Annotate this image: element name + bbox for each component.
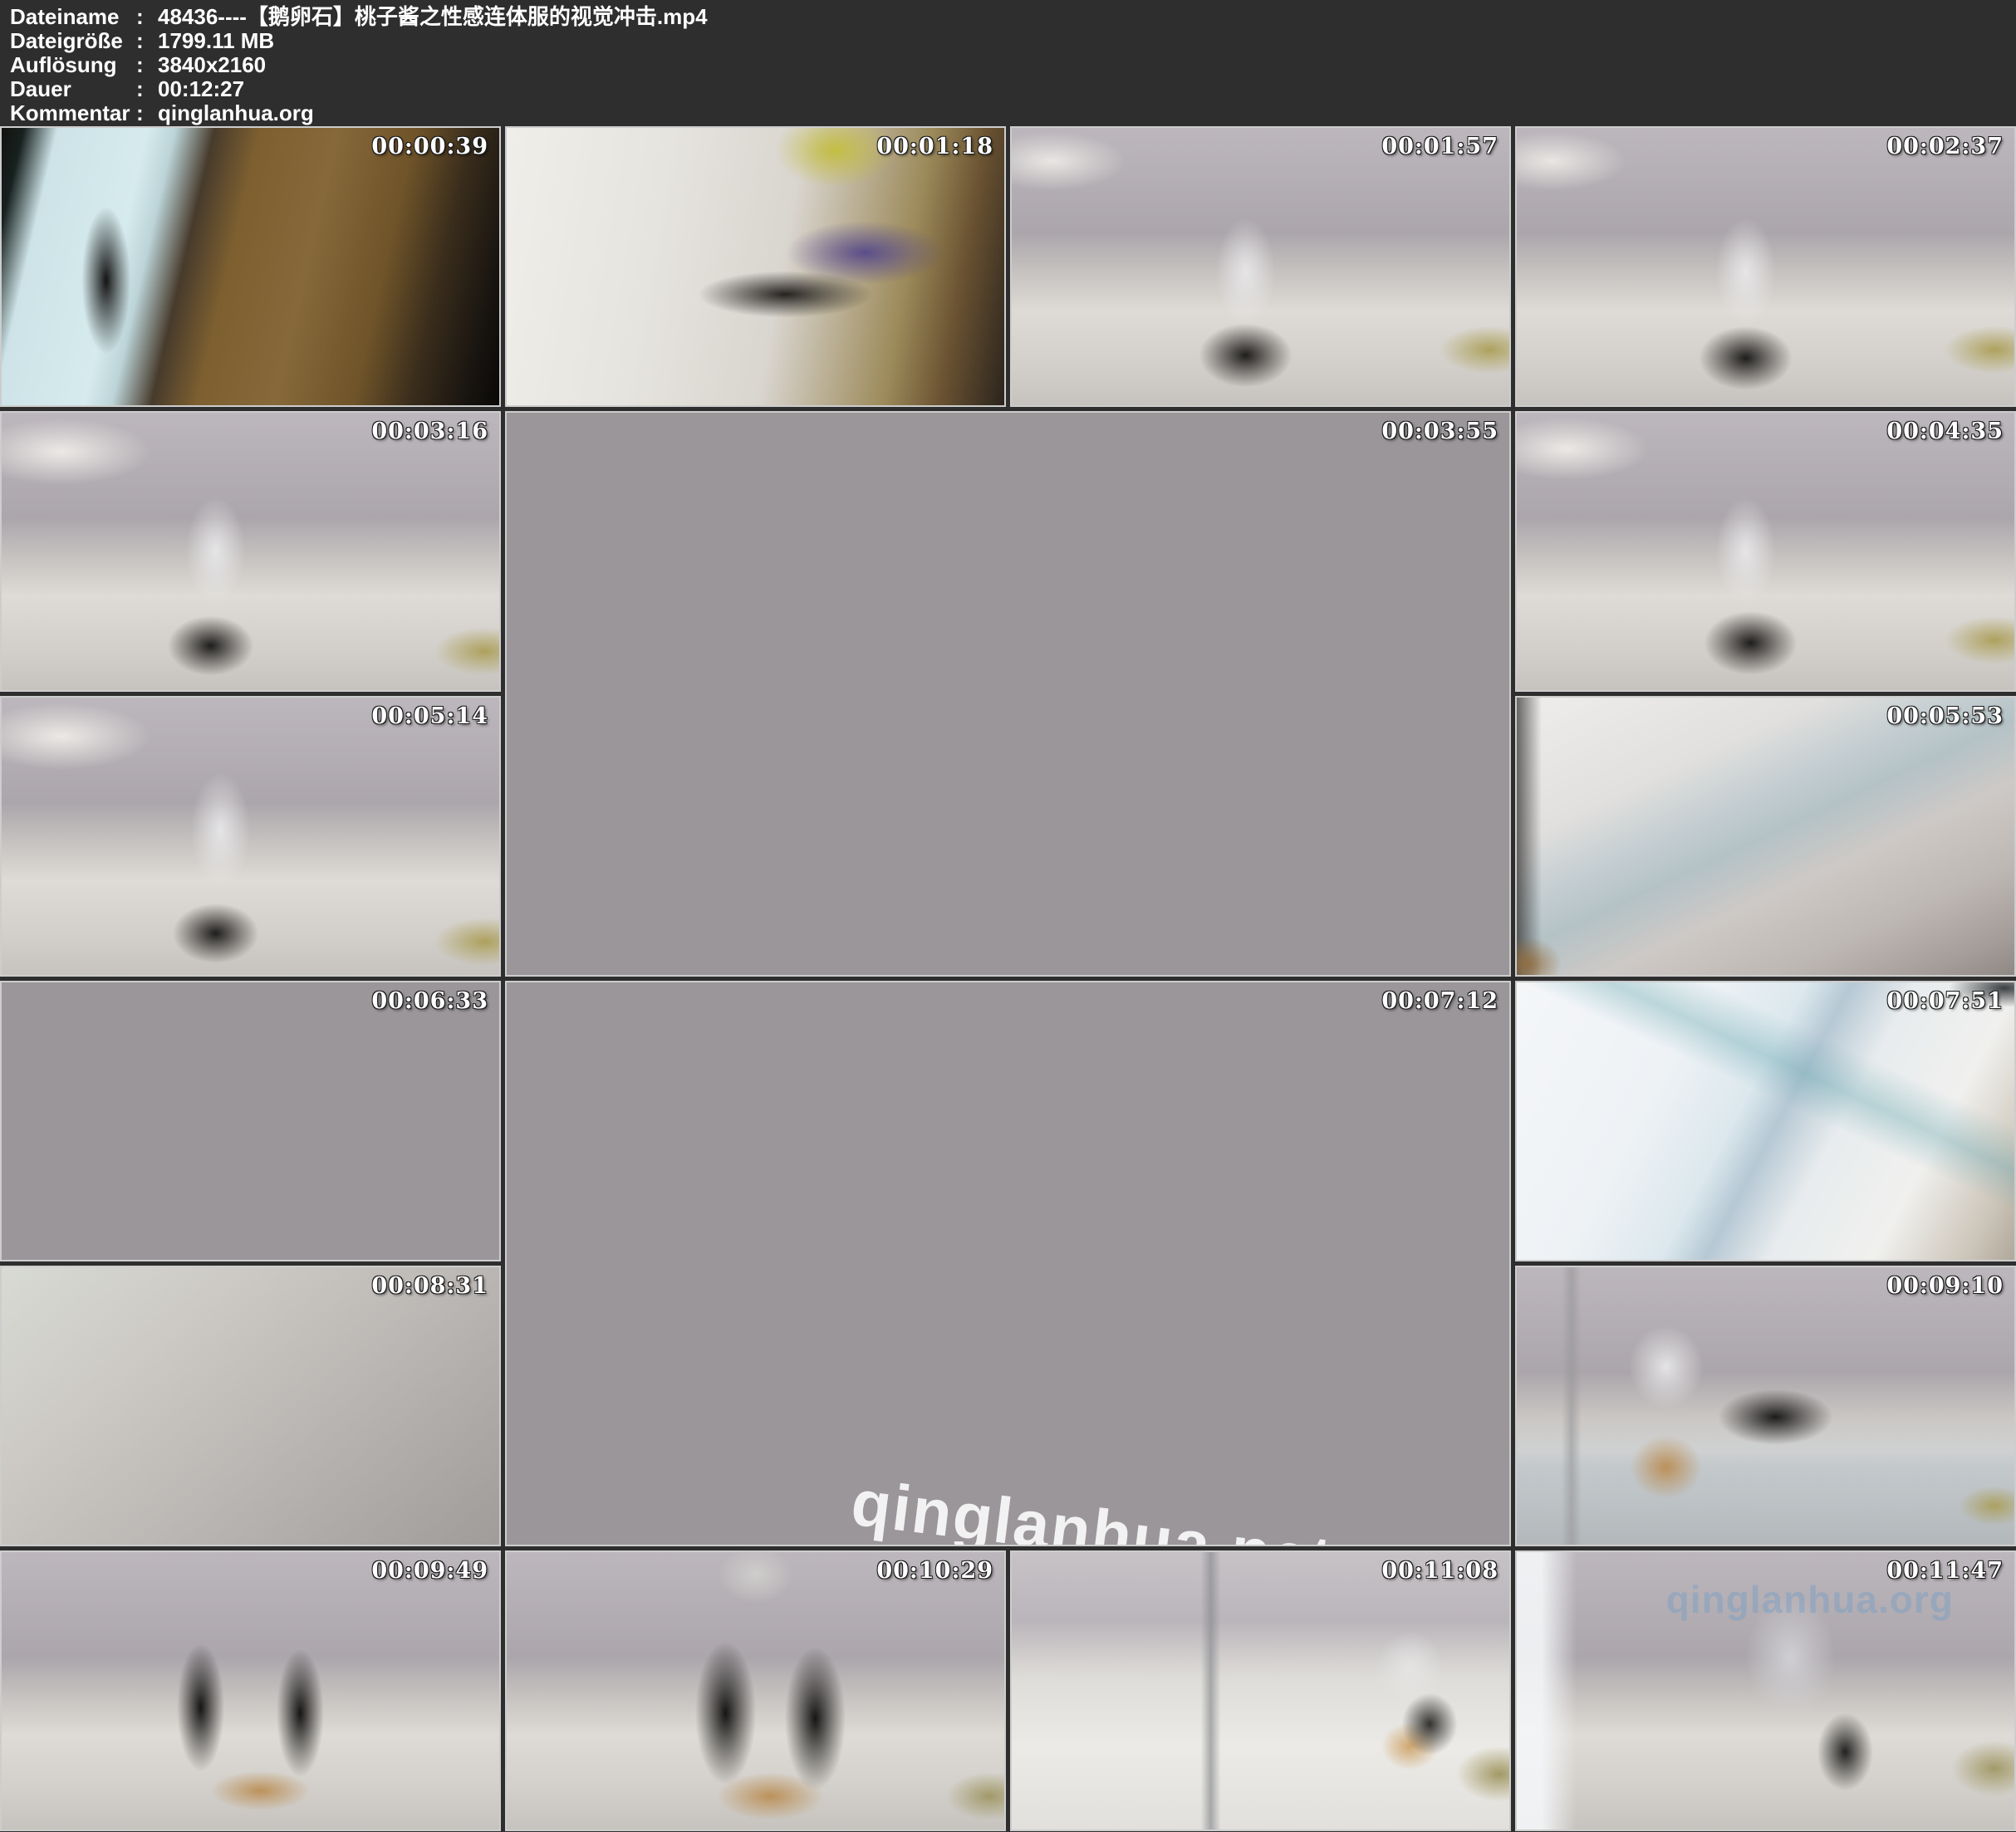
filename-label: Dateiname: [10, 5, 136, 29]
thumbnail-timestamp: 00:03:55: [1381, 419, 1499, 444]
watermark-text-faint: qinglanhua.org: [1666, 1577, 1954, 1622]
video-thumbnail: 00:00:39: [0, 126, 501, 407]
video-thumbnail: 00:02:37: [1515, 126, 2016, 407]
video-thumbnail: 00:08:31: [0, 1266, 501, 1546]
video-thumbnail: 00:01:18: [505, 126, 1006, 407]
file-info-row-filesize: Dateigröße:1799.11 MB: [10, 29, 2016, 53]
thumbnail-timestamp: 00:05:53: [1886, 703, 2004, 729]
video-thumbnail: 00:01:57: [1010, 126, 1511, 407]
thumbnail-timestamp: 00:00:39: [371, 134, 488, 159]
comment-value: qinglanhua.org: [158, 101, 314, 125]
thumbnail-timestamp: 00:02:37: [1886, 134, 2004, 159]
thumbnail-timestamp: 00:08:31: [371, 1273, 488, 1299]
video-thumbnail: 00:04:35: [1515, 411, 2016, 692]
file-info-row-resolution: Auflösung:3840x2160: [10, 53, 2016, 77]
video-thumbnail: 00:06:33: [0, 981, 501, 1261]
filesize-label: Dateigröße: [10, 29, 136, 53]
video-thumbnail: 00:07:51: [1515, 981, 2016, 1261]
thumbnail-grid: 00:00:39 00:01:18 00:01:57 00:02:37 00:0…: [0, 126, 2016, 1832]
thumbnail-timestamp: 00:10:29: [876, 1558, 993, 1584]
thumbnail-timestamp: 00:04:35: [1886, 419, 2004, 444]
separator: :: [136, 29, 158, 53]
resolution-label: Auflösung: [10, 53, 136, 77]
video-thumbnail: 00:05:53: [1515, 696, 2016, 977]
comment-label: Kommentar: [10, 101, 136, 125]
video-thumbnail-large: 00:07:12 qinglanhua.net: [505, 981, 1511, 1546]
video-thumbnail: 00:11:47 qinglanhua.org: [1515, 1550, 2016, 1831]
video-thumbnail: 00:11:08: [1010, 1550, 1511, 1831]
video-thumbnail: 00:10:29: [505, 1550, 1006, 1831]
thumbnail-timestamp: 00:01:57: [1381, 134, 1499, 159]
file-info-header: Dateiname:48436----【鹅卵石】桃子酱之性感连体服的视觉冲击.m…: [0, 0, 2016, 126]
thumbnail-timestamp: 00:03:16: [371, 419, 488, 444]
resolution-value: 3840x2160: [158, 53, 266, 77]
thumbnail-timestamp: 00:09:10: [1886, 1273, 2004, 1299]
separator: :: [136, 101, 158, 125]
file-info-row-duration: Dauer:00:12:27: [10, 77, 2016, 101]
video-thumbnail-large: 00:03:55: [505, 411, 1511, 977]
watermark-text: qinglanhua.net: [847, 1465, 1337, 1546]
thumbnail-timestamp: 00:05:14: [371, 703, 488, 729]
thumbnail-timestamp: 00:01:18: [876, 134, 993, 159]
filesize-value: 1799.11 MB: [158, 29, 274, 53]
video-thumbnail: 00:05:14: [0, 696, 501, 977]
file-info-row-comment: Kommentar:qinglanhua.org: [10, 101, 2016, 125]
duration-label: Dauer: [10, 77, 136, 101]
filename-value: 48436----【鹅卵石】桃子酱之性感连体服的视觉冲击.mp4: [158, 5, 708, 29]
video-thumbnail: 00:09:10: [1515, 1266, 2016, 1546]
thumbnail-timestamp: 00:06:33: [371, 988, 488, 1014]
thumbnail-timestamp: 00:09:49: [371, 1558, 488, 1584]
thumbnail-timestamp: 00:11:08: [1381, 1558, 1499, 1584]
separator: :: [136, 5, 158, 29]
separator: :: [136, 53, 158, 77]
video-thumbnail: 00:09:49: [0, 1550, 501, 1831]
duration-value: 00:12:27: [158, 77, 244, 101]
video-thumbnail: 00:03:16: [0, 411, 501, 692]
separator: :: [136, 77, 158, 101]
thumbnail-timestamp: 00:07:12: [1381, 988, 1499, 1014]
file-info-row-filename: Dateiname:48436----【鹅卵石】桃子酱之性感连体服的视觉冲击.m…: [10, 5, 2016, 29]
thumbnail-timestamp: 00:07:51: [1886, 988, 2004, 1014]
